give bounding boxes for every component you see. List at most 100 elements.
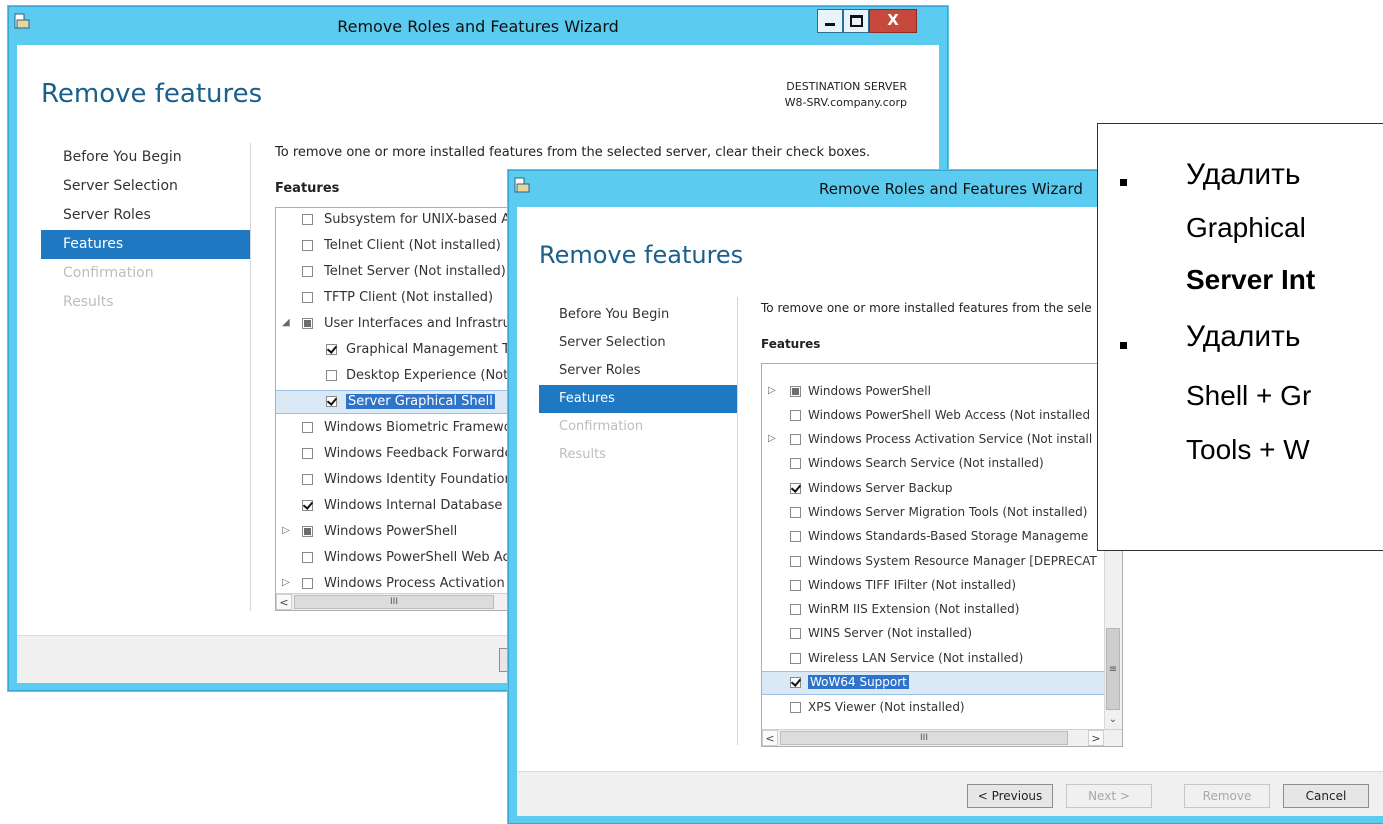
checkbox[interactable] xyxy=(302,500,313,511)
list-item[interactable]: ▷ Windows PowerShell xyxy=(276,520,516,544)
checkbox[interactable] xyxy=(790,653,801,664)
nav-item-server-selection[interactable]: Server Selection xyxy=(41,172,250,201)
checkbox[interactable] xyxy=(302,240,313,251)
close-button[interactable]: X xyxy=(869,9,917,33)
list-item[interactable]: WinRM IIS Extension (Not installed) xyxy=(762,598,1122,622)
checkbox[interactable] xyxy=(326,370,337,381)
nav-item-server-roles[interactable]: Server Roles xyxy=(41,201,250,230)
checkbox[interactable] xyxy=(790,507,801,518)
checkbox[interactable] xyxy=(302,552,313,563)
list-item[interactable]: Windows TIFF IFilter (Not installed) xyxy=(762,574,1122,598)
checkbox[interactable] xyxy=(790,410,801,421)
list-item[interactable]: Windows Internal Database xyxy=(276,494,516,518)
collapsed-triangle-icon[interactable]: ▷ xyxy=(768,433,776,444)
collapsed-triangle-icon[interactable]: ▷ xyxy=(282,525,290,536)
destination-label: DESTINATION SERVER xyxy=(786,80,907,93)
back-window-title: Remove Roles and Features Wizard xyxy=(337,17,619,36)
checkbox[interactable] xyxy=(326,344,337,355)
scroll-left-icon[interactable]: < xyxy=(276,594,292,610)
list-item-selected[interactable]: WoW64 Support xyxy=(762,671,1104,695)
nav-item-features[interactable]: Features xyxy=(539,385,737,413)
nav-item-server-selection[interactable]: Server Selection xyxy=(539,329,737,357)
checkbox[interactable] xyxy=(790,386,801,397)
list-item[interactable]: Wireless LAN Service (Not installed) xyxy=(762,647,1122,671)
checkbox[interactable] xyxy=(302,448,313,459)
cancel-button[interactable]: Cancel xyxy=(1283,784,1369,808)
list-item[interactable]: Windows PowerShell Web Access (Not insta… xyxy=(762,404,1122,428)
checkbox[interactable] xyxy=(302,578,313,589)
list-item[interactable]: Windows Identity Foundation xyxy=(276,468,516,492)
list-item[interactable]: Windows System Resource Manager [DEPRECA… xyxy=(762,550,1122,574)
list-item[interactable]: Windows Server Migration Tools (Not inst… xyxy=(762,501,1122,525)
next-button[interactable]: Next > xyxy=(1066,784,1152,808)
minimize-button[interactable] xyxy=(817,9,843,33)
checkbox[interactable] xyxy=(790,702,801,713)
checkbox[interactable] xyxy=(302,318,313,329)
minimize-icon xyxy=(825,23,835,26)
checkbox[interactable] xyxy=(790,580,801,591)
features-tree[interactable]: Subsystem for UNIX-based A Telnet Client… xyxy=(275,207,517,611)
checkbox[interactable] xyxy=(790,604,801,615)
callout-line: Tools + W xyxy=(1186,434,1310,465)
list-item-selected[interactable]: Server Graphical Shell xyxy=(276,390,516,414)
collapsed-triangle-icon[interactable]: ▷ xyxy=(768,385,776,396)
maximize-button[interactable] xyxy=(843,9,869,33)
list-item[interactable]: ◢ User Interfaces and Infrastruc xyxy=(276,312,516,336)
list-item[interactable]: Windows Standards-Based Storage Manageme xyxy=(762,525,1122,549)
back-title-bar[interactable]: Remove Roles and Features Wizard X xyxy=(9,7,947,45)
scroll-left-icon[interactable]: < xyxy=(762,730,778,746)
list-item[interactable]: Windows Server Backup xyxy=(762,477,1122,501)
list-item[interactable]: ▷ Windows Process Activation Service (No… xyxy=(762,428,1122,452)
list-item[interactable]: WINS Server (Not installed) xyxy=(762,622,1122,646)
list-item[interactable]: XPS Viewer (Not installed) xyxy=(762,696,1122,720)
list-item[interactable]: Windows Search Service (Not installed) xyxy=(762,452,1122,476)
list-item[interactable]: ▷ Windows PowerShell xyxy=(762,380,1122,404)
features-tree[interactable]: ▷ Windows PowerShell Windows PowerShell … xyxy=(761,363,1123,747)
checkbox[interactable] xyxy=(302,214,313,225)
scroll-thumb[interactable]: III xyxy=(294,595,494,609)
collapsed-triangle-icon[interactable]: ▷ xyxy=(282,577,290,588)
scroll-down-icon[interactable]: ⌄ xyxy=(1106,714,1120,730)
vertical-scroll-thumb[interactable]: ≡ xyxy=(1106,628,1120,710)
nav-item-before-you-begin[interactable]: Before You Begin xyxy=(41,143,250,172)
list-item[interactable]: Telnet Client (Not installed) xyxy=(276,234,516,258)
instructions-text: To remove one or more installed features… xyxy=(275,145,871,160)
checkbox[interactable] xyxy=(302,474,313,485)
list-item[interactable]: TFTP Client (Not installed) xyxy=(276,286,516,310)
checkbox[interactable] xyxy=(790,434,801,445)
checkbox[interactable] xyxy=(790,458,801,469)
checkbox[interactable] xyxy=(790,677,801,688)
nav-item-features[interactable]: Features xyxy=(41,230,250,259)
checkbox[interactable] xyxy=(302,292,313,303)
previous-button[interactable]: < Previous xyxy=(967,784,1053,808)
horizontal-scrollbar[interactable]: < III > xyxy=(762,729,1122,746)
checkbox[interactable] xyxy=(790,628,801,639)
callout-line: Shell + Gr xyxy=(1186,380,1312,411)
instructions-text: To remove one or more installed features… xyxy=(761,301,1092,315)
close-icon: X xyxy=(887,11,899,29)
list-item[interactable]: Windows PowerShell Web Ac xyxy=(276,546,516,570)
checkbox[interactable] xyxy=(302,526,313,537)
checkbox[interactable] xyxy=(302,422,313,433)
checkbox[interactable] xyxy=(790,531,801,542)
scroll-right-icon[interactable]: > xyxy=(1088,730,1104,746)
window-frame xyxy=(9,45,17,690)
checkbox[interactable] xyxy=(302,266,313,277)
list-item-clipped xyxy=(762,364,1122,366)
list-item[interactable]: Desktop Experience (Not xyxy=(276,364,516,388)
list-item[interactable]: Subsystem for UNIX-based A xyxy=(276,208,516,232)
checkbox[interactable] xyxy=(790,483,801,494)
scroll-thumb[interactable]: III xyxy=(780,731,1068,745)
nav-item-before-you-begin[interactable]: Before You Begin xyxy=(539,301,737,329)
nav-item-server-roles[interactable]: Server Roles xyxy=(539,357,737,385)
list-item[interactable]: Windows Feedback Forwarde xyxy=(276,442,516,466)
checkbox[interactable] xyxy=(326,396,337,407)
remove-button[interactable]: Remove xyxy=(1184,784,1270,808)
list-item[interactable]: Graphical Management T xyxy=(276,338,516,362)
horizontal-scrollbar[interactable]: < III xyxy=(276,593,516,610)
expanded-triangle-icon[interactable]: ◢ xyxy=(282,317,290,328)
nav-divider xyxy=(250,143,251,611)
list-item[interactable]: Windows Biometric Framewo xyxy=(276,416,516,440)
list-item[interactable]: Telnet Server (Not installed) xyxy=(276,260,516,284)
checkbox[interactable] xyxy=(790,556,801,567)
